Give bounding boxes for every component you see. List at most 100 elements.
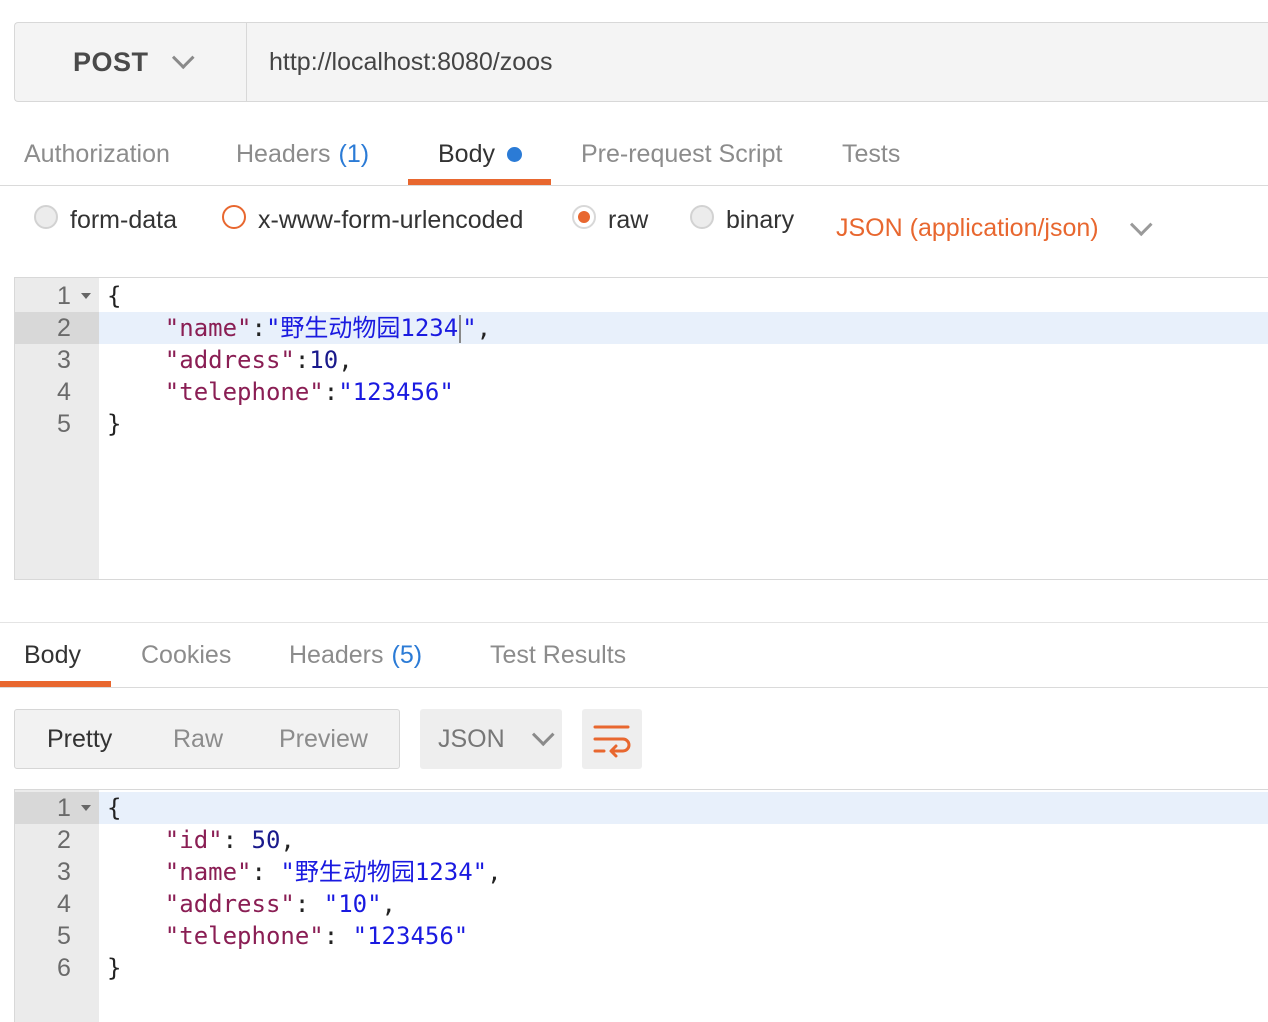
json-comma: , [476,314,492,342]
text-cursor [459,315,462,343]
line-number: 3 [57,346,71,374]
chevron-down-icon [1129,212,1153,236]
json-colon: : [222,826,252,854]
tab-headers[interactable]: Headers (1) [236,122,369,186]
view-pretty-button[interactable]: Pretty [47,710,112,768]
tab-prerequest-script[interactable]: Pre-request Script [581,122,782,186]
code-text: "telephone": "123456" [107,920,468,952]
wrap-lines-button[interactable] [582,709,642,769]
json-string-end: " [462,314,477,342]
code-text: } [107,408,121,440]
radio-form-data[interactable]: form-data [34,204,177,235]
code-text: } [107,952,121,984]
json-comma: , [381,890,396,918]
radio-selected-icon [572,204,596,229]
fold-arrow-icon[interactable] [81,805,91,811]
response-tab-cookies[interactable]: Cookies [141,623,231,687]
json-number: 10 [309,346,339,374]
response-body-viewer[interactable]: 1 { 2 "id": 50, 3 "name": "野生动物园1234", 4… [14,789,1268,1022]
content-type-select[interactable]: JSON (application/json) [836,212,1153,243]
fold-arrow-icon[interactable] [81,293,91,299]
code-text: "id": 50, [107,824,295,856]
json-key: "address" [164,346,295,374]
json-number: 50 [251,826,281,854]
response-tab-test-results-label: Test Results [490,640,627,669]
line-number: 5 [57,410,71,438]
brace: { [107,794,122,822]
brace: { [107,282,122,310]
json-colon: : [294,890,324,918]
view-preview-button[interactable]: Preview [279,710,368,768]
code-line: 1 { [15,280,1268,312]
json-key: "name" [164,314,252,342]
json-string: "123456" [338,378,454,406]
radio-raw[interactable]: raw [572,204,648,235]
brace: } [107,410,122,438]
json-colon: : [251,858,281,886]
line-number: 3 [57,858,71,886]
code-text: "address":10, [107,344,353,376]
radio-icon [222,204,246,229]
code-text: { [107,280,121,312]
json-key: "id" [164,826,223,854]
url-input[interactable]: http://localhost:8080/zoos [247,23,1268,101]
response-tabs: Body Cookies Headers (5) Test Results [0,622,1268,688]
binary-label: binary [726,206,795,234]
json-colon: : [251,314,266,342]
json-comma: , [338,346,353,374]
code-text: "telephone":"123456" [107,376,454,408]
code-text: { [107,792,121,824]
code-line: 6 } [15,952,1268,984]
request-body-editor[interactable]: 1 { 2 "name":"野生动物园1234 ", 3 "address":10… [14,277,1268,580]
code-line-active: 1 { [15,792,1268,824]
code-line: 4 "telephone":"123456" [15,376,1268,408]
brace: } [107,954,122,982]
json-colon: : [323,378,339,406]
url-text: http://localhost:8080/zoos [269,47,553,76]
code-line: 3 "name": "野生动物园1234", [15,856,1268,888]
active-tab-indicator [408,179,551,185]
radio-urlencoded[interactable]: x-www-form-urlencoded [222,204,524,235]
json-string: "野生动物园1234" [280,858,488,886]
headers-count-badge: (1) [338,139,370,168]
response-headers-count-badge: (5) [391,640,423,669]
tab-headers-label: Headers [236,139,331,168]
response-tab-headers[interactable]: Headers (5) [289,623,422,687]
code-text: "name": "野生动物园1234", [107,856,502,888]
line-number: 5 [57,922,71,950]
json-key: "telephone" [164,922,324,950]
wrap-lines-icon [593,725,631,758]
radio-icon [34,204,58,229]
tab-prerequest-label: Pre-request Script [581,139,783,168]
line-number: 2 [15,312,99,344]
content-type-label: JSON (application/json) [836,214,1099,242]
json-colon: : [323,922,353,950]
method-select[interactable]: POST [15,23,247,101]
json-comma: , [487,858,502,886]
request-url-bar: POST http://localhost:8080/zoos [14,22,1268,102]
code-text: "address": "10", [107,888,396,920]
json-string: "123456" [352,922,469,950]
response-tab-headers-label: Headers [289,640,384,669]
tab-body-label: Body [438,139,495,168]
tab-body[interactable]: Body [438,122,522,186]
json-comma: , [280,826,295,854]
tab-tests[interactable]: Tests [842,122,900,186]
view-raw-button[interactable]: Raw [173,710,223,768]
radio-binary[interactable]: binary [690,204,795,235]
urlencoded-label: x-www-form-urlencoded [258,206,524,234]
line-number: 4 [57,890,71,918]
json-colon: : [294,346,310,374]
tab-authorization[interactable]: Authorization [24,122,170,186]
response-tab-body-label: Body [24,640,81,669]
response-format-select[interactable]: JSON [420,709,562,769]
response-tab-cookies-label: Cookies [141,640,232,669]
response-tab-test-results[interactable]: Test Results [490,623,626,687]
modified-dot-icon [506,146,522,162]
line-number: 2 [57,826,71,854]
request-tabs: Authorization Headers (1) Body Pre-reque… [0,122,1268,186]
radio-icon [690,204,714,229]
json-string: "野生动物园1234 [265,314,459,342]
json-key: "address" [164,890,295,918]
response-tab-body[interactable]: Body [24,623,81,687]
